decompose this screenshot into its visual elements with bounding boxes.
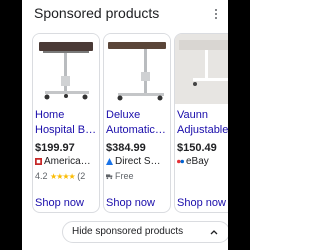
sponsored-products-panel: Sponsored products Home Hospital Be… $19… [22, 0, 228, 250]
shop-now-link[interactable]: Shop now [35, 197, 84, 209]
product-shipping: Free [106, 171, 170, 181]
product-card[interactable]: Home Hospital Be… $199.97 America… 4.2 ★… [32, 33, 100, 213]
product-carousel[interactable]: Home Hospital Be… $199.97 America… 4.2 ★… [32, 33, 228, 213]
delivery-truck-icon [106, 174, 113, 180]
panel-header: Sponsored products [22, 0, 228, 30]
product-title[interactable]: Deluxe Automatic… [106, 108, 170, 138]
product-title[interactable]: Home Hospital Be… [35, 108, 99, 138]
page-edge-left [0, 0, 22, 250]
product-rating: 4.2 ★★★★ (2 [35, 171, 86, 181]
star-rating-icon: ★★★★ [50, 172, 76, 181]
product-card[interactable]: Deluxe Automatic… $384.99 Direct S… Free… [103, 33, 171, 213]
chevron-up-icon [210, 230, 218, 235]
product-price: $199.97 [35, 142, 75, 154]
hide-sponsored-button[interactable]: Hide sponsored products [62, 221, 228, 243]
page-edge-right [228, 0, 250, 250]
shop-now-link[interactable]: Shop now [106, 197, 155, 209]
product-price: $150.49 [177, 142, 217, 154]
store-logo-icon [35, 158, 42, 165]
ebay-logo-icon [177, 159, 184, 164]
product-seller: eBay [177, 156, 228, 167]
store-logo-icon [106, 158, 113, 165]
shop-now-link[interactable]: Shop now [177, 197, 226, 209]
product-title[interactable]: Vaunn Adjustable… [177, 108, 228, 138]
product-image[interactable] [175, 34, 228, 104]
product-image[interactable] [33, 34, 99, 104]
hide-sponsored-label: Hide sponsored products [72, 226, 184, 237]
product-card[interactable]: Vaunn Adjustable… $150.49 eBay Shop now [174, 33, 228, 213]
product-image[interactable] [104, 34, 170, 104]
more-vert-icon[interactable] [215, 9, 218, 21]
product-price: $384.99 [106, 142, 146, 154]
panel-title: Sponsored products [34, 5, 160, 21]
product-seller: America… [35, 156, 99, 167]
product-seller: Direct S… [106, 156, 170, 167]
